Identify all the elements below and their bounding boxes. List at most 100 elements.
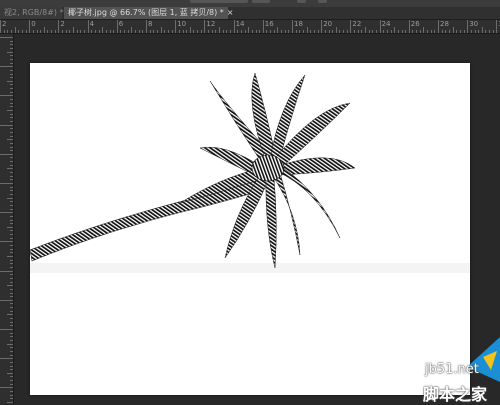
ruler-minor-tick xyxy=(452,27,454,33)
ruler-minor-tick xyxy=(237,30,239,33)
ruler-minor-tick xyxy=(76,30,78,33)
ruler-tick xyxy=(10,310,13,312)
ruler-tick xyxy=(10,91,13,93)
ruler-tick xyxy=(10,361,13,363)
ruler-tick xyxy=(10,274,13,276)
ruler-major-tick xyxy=(204,20,206,33)
ruler-tick xyxy=(10,204,13,206)
ruler-minor-tick xyxy=(7,30,9,33)
ruler-tick xyxy=(10,84,13,86)
ruler-minor-tick xyxy=(14,27,16,33)
ruler-tick xyxy=(10,193,13,195)
ruler-minor-tick xyxy=(295,30,297,33)
ruler-minor-tick xyxy=(346,30,348,33)
ruler-minor-tick xyxy=(178,30,180,33)
ruler-minor-tick xyxy=(361,30,363,33)
ruler-tick xyxy=(10,113,13,115)
ruler-tick xyxy=(10,157,13,159)
ruler-tick xyxy=(7,285,13,287)
ruler-minor-tick xyxy=(299,30,301,33)
ruler-minor-tick xyxy=(105,30,107,33)
options-control[interactable] xyxy=(297,0,306,3)
ruler-tick xyxy=(0,299,13,301)
tab-label: 椰子树.jpg @ 66.7% (图层 1, 蓝 拷贝/8) * xyxy=(68,8,224,17)
ruler-tick xyxy=(10,277,13,279)
options-control[interactable] xyxy=(190,0,248,3)
ruler-major-tick xyxy=(321,20,323,33)
document-tab-active[interactable]: 椰子树.jpg @ 66.7% (图层 1, 蓝 拷贝/8) * × xyxy=(64,7,234,19)
ruler-minor-tick xyxy=(215,30,217,33)
ruler-minor-tick xyxy=(251,30,253,33)
ruler-minor-tick xyxy=(394,27,396,33)
ruler-tick xyxy=(10,190,13,192)
ruler-minor-tick xyxy=(54,30,56,33)
document-tab[interactable]: 视2, RGB/8#) *× xyxy=(0,7,73,19)
jb51-watermark: jb51.net 脚本之家 xyxy=(405,337,500,404)
ruler-minor-tick xyxy=(3,30,5,33)
ruler-minor-tick xyxy=(474,30,476,33)
ruler-tick xyxy=(10,325,13,327)
options-control[interactable] xyxy=(318,0,327,3)
ruler-tick xyxy=(10,164,13,166)
ruler-tick xyxy=(10,102,13,104)
horizontal-ruler[interactable]: 202468101214161820222426283032 xyxy=(0,20,500,34)
ruler-tick xyxy=(10,150,13,152)
ruler-major-tick xyxy=(292,20,293,33)
ruler-tick xyxy=(10,142,13,144)
ruler-major-tick xyxy=(408,20,410,33)
options-control[interactable] xyxy=(252,0,270,3)
ruler-tick xyxy=(10,398,13,400)
ruler-minor-tick xyxy=(401,30,403,33)
ruler-tick xyxy=(10,336,13,338)
image-canvas[interactable] xyxy=(29,63,470,395)
ruler-minor-tick xyxy=(255,30,257,33)
close-icon[interactable]: × xyxy=(227,8,234,17)
ruler-major-tick xyxy=(29,20,31,33)
ruler-tick xyxy=(10,117,13,119)
ruler-minor-tick xyxy=(423,27,425,33)
ruler-minor-tick xyxy=(485,30,487,33)
ruler-tick xyxy=(10,288,13,290)
ruler-minor-tick xyxy=(244,30,246,33)
ruler-minor-tick xyxy=(189,27,191,33)
ruler-tick xyxy=(10,354,13,356)
ruler-minor-tick xyxy=(120,30,122,33)
ruler-minor-tick xyxy=(127,30,129,33)
ruler-minor-tick xyxy=(32,30,34,33)
ruler-minor-tick xyxy=(390,30,392,33)
ruler-tick xyxy=(0,329,13,330)
ruler-tick xyxy=(10,161,13,163)
ruler-tick xyxy=(10,40,13,42)
ruler-label: 2 xyxy=(2,20,7,28)
ruler-label: 22 xyxy=(352,20,362,28)
ruler-tick xyxy=(10,365,13,367)
ruler-minor-tick xyxy=(229,30,231,33)
ruler-minor-tick xyxy=(328,30,330,33)
ruler-tick xyxy=(7,51,13,53)
ruler-label: 28 xyxy=(440,20,449,28)
ruler-tick xyxy=(0,241,13,243)
ruler-label: 16 xyxy=(264,20,274,28)
ruler-tick xyxy=(10,47,13,49)
ruler-tick xyxy=(10,383,13,385)
ruler-minor-tick xyxy=(405,30,407,33)
vertical-ruler[interactable] xyxy=(0,34,14,404)
ruler-major-tick xyxy=(116,20,118,33)
ruler-tick xyxy=(10,234,13,236)
ruler-major-tick xyxy=(87,20,89,33)
ruler-minor-tick xyxy=(69,30,71,33)
ruler-minor-tick xyxy=(21,30,23,33)
ruler-minor-tick xyxy=(357,30,359,33)
ruler-tick xyxy=(7,226,13,228)
ruler-minor-tick xyxy=(193,30,195,33)
ruler-tick xyxy=(10,135,13,137)
ruler-major-tick xyxy=(379,20,381,33)
ruler-tick xyxy=(10,303,13,305)
options-bar xyxy=(0,0,500,7)
ruler-label: 6 xyxy=(118,20,124,28)
ruler-tick xyxy=(10,88,13,90)
ruler-minor-tick xyxy=(62,30,64,33)
ruler-minor-tick xyxy=(339,30,341,33)
ruler-minor-tick xyxy=(135,30,137,33)
ruler-minor-tick xyxy=(142,30,144,33)
